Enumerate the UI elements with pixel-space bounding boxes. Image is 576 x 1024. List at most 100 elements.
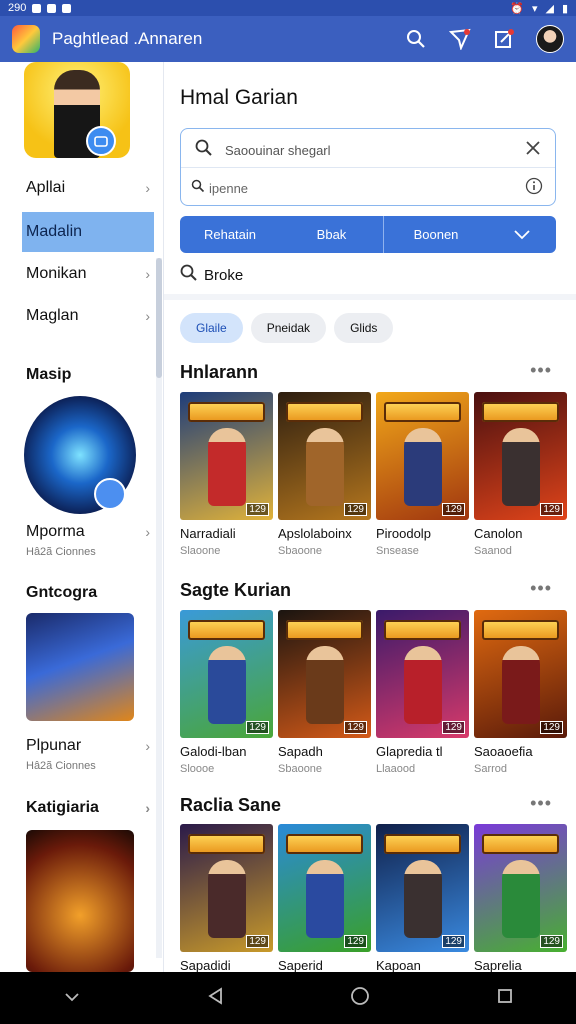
sidebar-item-apllai[interactable]: Apllai › — [22, 168, 154, 208]
game-subtitle: Snsease — [376, 545, 419, 557]
game-cover-image[interactable]: 129 — [180, 610, 273, 738]
home-icon[interactable] — [350, 986, 370, 1011]
section-title: Raclia Sane — [180, 795, 282, 815]
age-rating-badge: 129 — [246, 503, 269, 516]
avatar[interactable] — [536, 25, 564, 53]
game-cover-image[interactable]: 129 — [278, 392, 371, 520]
game-cover-image[interactable]: 129 — [278, 824, 371, 952]
gallery-icon[interactable] — [86, 126, 116, 156]
feature-label: Mporma — [26, 523, 85, 540]
info-icon[interactable] — [525, 177, 543, 200]
sidebar-item-label: Apllai — [26, 179, 66, 196]
age-rating-badge: 129 — [442, 503, 465, 516]
search-icon[interactable] — [404, 27, 428, 51]
game-card[interactable]: 129 Sapadidi — [180, 824, 273, 977]
segment-button[interactable]: Bbak — [280, 216, 384, 253]
browse-label: Broke — [204, 266, 244, 284]
status-bar: 290 ⏰ ▾ ◢ ▮ — [0, 0, 576, 16]
game-cover-image[interactable]: 129 — [474, 610, 567, 738]
game-title: Glapredia tl — [376, 744, 443, 759]
feature-rect-image[interactable] — [26, 830, 134, 972]
send-icon[interactable] — [448, 27, 472, 51]
age-rating-badge: 129 — [442, 721, 465, 734]
game-card[interactable]: 129 Narradiali Slaoone — [180, 392, 273, 557]
age-rating-badge: 129 — [442, 935, 465, 948]
search-icon — [180, 264, 198, 286]
chip-pneidak[interactable]: Pneidak — [250, 313, 327, 343]
browse-link[interactable]: Broke — [180, 264, 243, 286]
game-card[interactable]: 129 Apslolaboinx Sbaoone — [278, 392, 371, 557]
more-icon[interactable]: ••• — [530, 578, 552, 599]
segment-button[interactable]: Boonen — [384, 216, 488, 253]
game-card[interactable]: 129 Saoaoefia Sarrod — [474, 610, 567, 775]
search-icon — [195, 139, 213, 162]
game-title: Saoaoefia — [474, 744, 533, 759]
game-hero-figure — [306, 860, 344, 938]
sidebar-section-katigiaria[interactable]: Katigiaria › — [22, 788, 154, 828]
game-subtitle: Sloooe — [180, 763, 215, 775]
bookmark-icon[interactable] — [94, 478, 126, 510]
sidebar-item-madalin[interactable]: Madalin — [22, 212, 154, 252]
game-subtitle: Sbaoone — [278, 545, 323, 557]
game-title: Sapadidi — [180, 958, 231, 973]
game-cover-image[interactable]: 129 — [180, 824, 273, 952]
recents-icon[interactable] — [497, 988, 513, 1009]
chevron-down-icon[interactable] — [64, 989, 80, 1007]
game-cover-image[interactable]: 129 — [180, 392, 273, 520]
age-rating-badge: 129 — [540, 935, 563, 948]
chip-glids[interactable]: Glids — [334, 313, 394, 343]
search-input[interactable]: Saoouinar shegarl — [225, 143, 525, 158]
segment-button[interactable]: Rehatain — [180, 216, 280, 253]
sidebar: Apllai › Madalin Monikan › Maglan › Masi… — [0, 62, 164, 972]
chip-glaile[interactable]: Glaile — [180, 313, 243, 343]
age-rating-badge: 129 — [344, 935, 367, 948]
game-card[interactable]: 129 Kapoan — [376, 824, 469, 977]
game-cover-image[interactable]: 129 — [278, 610, 371, 738]
close-icon[interactable] — [525, 140, 541, 161]
battery-icon: ▮ — [561, 2, 568, 15]
game-cover-image[interactable]: 129 — [474, 392, 567, 520]
game-title: Galodi-lban — [180, 744, 247, 759]
game-title: Canolon — [474, 526, 523, 541]
chevron-down-icon[interactable] — [488, 216, 556, 253]
more-icon[interactable]: ••• — [530, 793, 552, 814]
sidebar-item-monikan[interactable]: Monikan › — [22, 254, 154, 294]
game-cover-image[interactable]: 129 — [376, 392, 469, 520]
age-rating-badge: 129 — [246, 721, 269, 734]
game-card[interactable]: 129 Canolon Saanod — [474, 392, 567, 557]
section-title: Hnlarann — [180, 362, 259, 382]
game-logo-banner — [286, 620, 363, 640]
feature-subtitle: Hâ2ã Cionnes — [26, 546, 96, 558]
divider — [164, 294, 576, 300]
alarm-icon: ⏰ — [510, 2, 524, 15]
feature-rect-image[interactable] — [26, 613, 134, 721]
divider — [181, 167, 555, 168]
page-title: Hmal Garian — [180, 86, 298, 109]
game-cover-image[interactable]: 129 — [376, 610, 469, 738]
game-card[interactable]: 129 Glapredia tl Llaaood — [376, 610, 469, 775]
game-row: 129 Galodi-lban Sloooe 129 Sapadh Sbaoone 129 G… — [180, 610, 567, 775]
back-icon[interactable] — [207, 986, 223, 1010]
filter-input[interactable]: ipenne — [209, 181, 525, 196]
age-rating-badge: 129 — [246, 935, 269, 948]
chevron-right-icon: › — [145, 180, 150, 196]
more-icon[interactable]: ••• — [530, 360, 552, 381]
sidebar-scroll-thumb[interactable] — [156, 258, 162, 378]
game-subtitle: Saanod — [474, 545, 512, 557]
sidebar-section-title: Masip — [26, 366, 72, 383]
edit-icon[interactable] — [492, 27, 516, 51]
game-card[interactable]: 129 Galodi-lban Sloooe — [180, 610, 273, 775]
game-hero-figure — [208, 428, 246, 506]
app-title: Paghtlead .Annaren — [52, 29, 203, 48]
game-card[interactable]: 129 Sapadh Sbaoone — [278, 610, 371, 775]
game-row: 129 Sapadidi 129 Saperid 129 Kapoan 129 Sapreli… — [180, 824, 567, 977]
wifi-icon: ▾ — [531, 2, 538, 15]
game-cover-image[interactable]: 129 — [376, 824, 469, 952]
game-card[interactable]: 129 Saprelia — [474, 824, 567, 977]
sidebar-item-maglan[interactable]: Maglan › — [22, 296, 154, 336]
main-content: Hmal Garian Saoouinar shegarl ipenne Reh… — [164, 62, 576, 973]
game-card[interactable]: 129 Saperid — [278, 824, 371, 977]
game-logo-banner — [188, 620, 265, 640]
game-card[interactable]: 129 Piroodolp Snsease — [376, 392, 469, 557]
game-cover-image[interactable]: 129 — [474, 824, 567, 952]
